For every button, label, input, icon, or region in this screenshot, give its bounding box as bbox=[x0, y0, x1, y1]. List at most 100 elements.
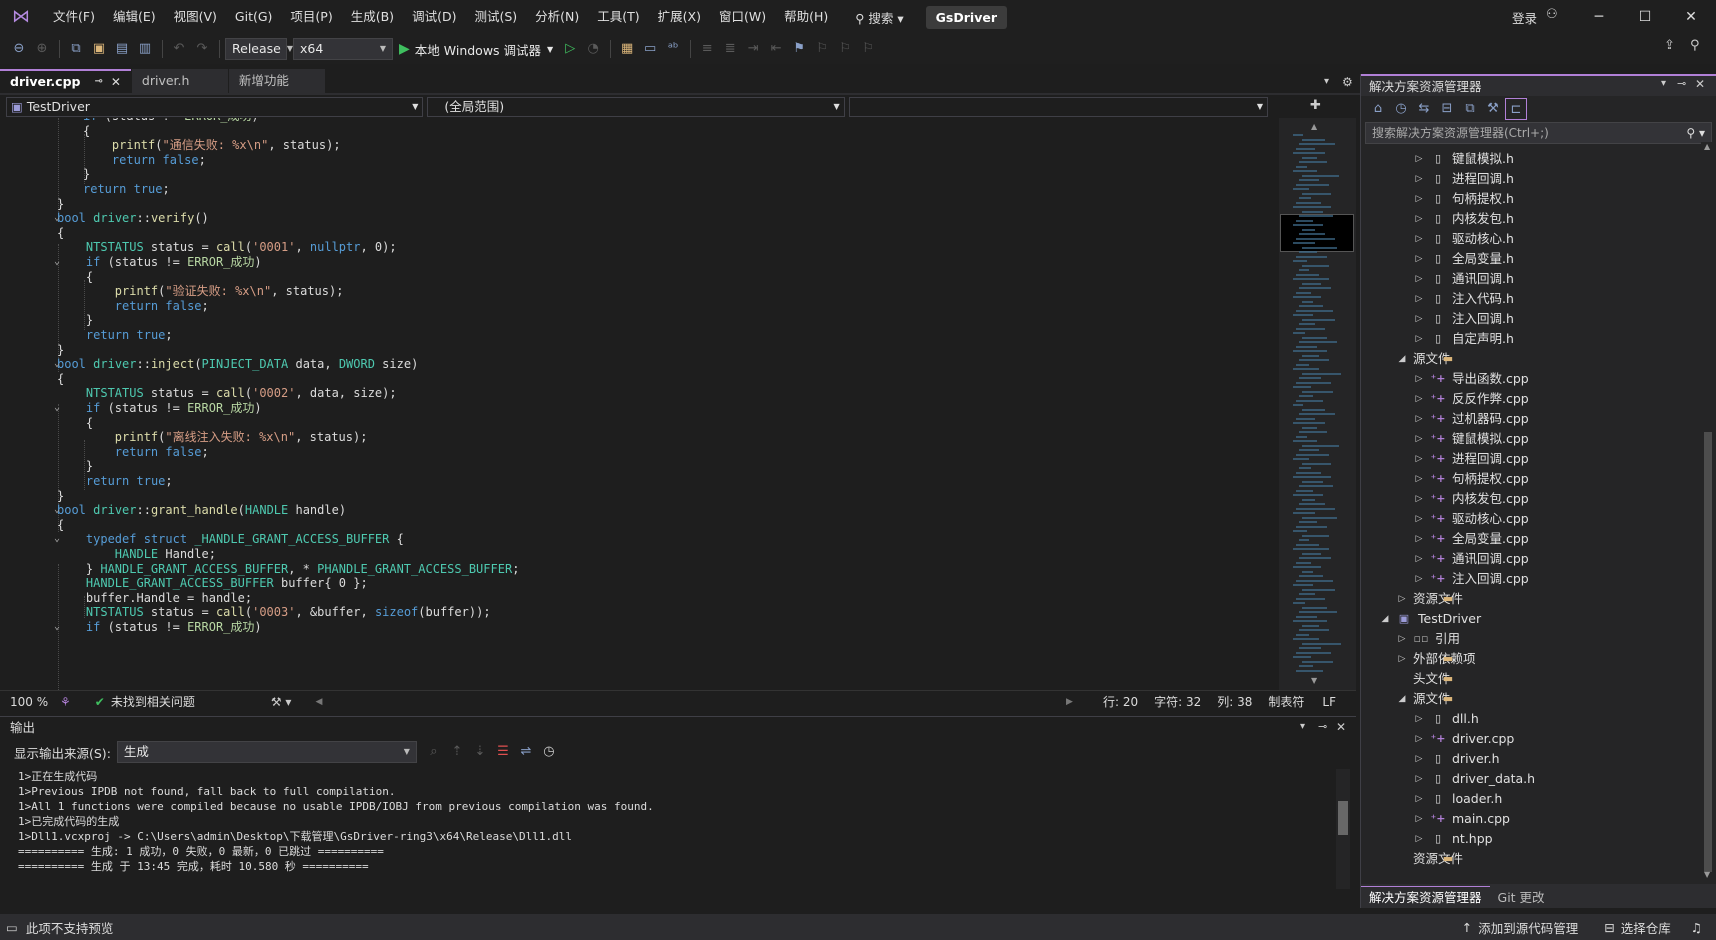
expand-toggle-icon[interactable]: ▷ bbox=[1412, 309, 1426, 329]
zoom-level[interactable]: 100 % bbox=[10, 695, 60, 709]
line-indicator[interactable]: 行: 20 bbox=[1103, 693, 1138, 710]
indent-icon[interactable]: ⇥ bbox=[742, 38, 764, 60]
switch-views-icon[interactable]: ⌂ bbox=[1367, 98, 1389, 120]
code-line[interactable]: } bbox=[57, 342, 64, 358]
editor-minimap-scrollbar[interactable]: ▲ ▼ bbox=[1279, 118, 1356, 690]
expand-toggle-icon[interactable]: ▷ bbox=[1412, 169, 1426, 189]
menu-item[interactable]: 调试(D) bbox=[403, 0, 465, 34]
back-icon[interactable]: ⊖ bbox=[8, 38, 30, 60]
expand-toggle-icon[interactable]: ▷ bbox=[1412, 229, 1426, 249]
undo-icon[interactable]: ↶ bbox=[168, 38, 190, 60]
expand-toggle-icon[interactable]: ▷ bbox=[1412, 809, 1426, 829]
new-project-icon[interactable]: ⧉ bbox=[65, 38, 87, 60]
expand-toggle-icon[interactable]: ▷ bbox=[1412, 429, 1426, 449]
code-line[interactable]: } bbox=[83, 166, 90, 182]
code-line[interactable]: printf("通信失败: %x\n", status); bbox=[83, 137, 341, 153]
tree-item[interactable]: ◢ ▬ 源文件 bbox=[1395, 689, 1454, 709]
tree-item[interactable]: ▬ 资源文件 bbox=[1395, 849, 1463, 869]
app-name-badge[interactable]: GsDriver bbox=[925, 5, 1007, 29]
clear-bookmarks-icon[interactable]: ⚐ bbox=[857, 38, 879, 60]
fold-toggle-icon[interactable]: ⌄ bbox=[51, 619, 63, 635]
sync-icon[interactable]: ⇆ bbox=[1413, 98, 1435, 120]
code-line[interactable]: printf("离线注入失败: %x\n", status); bbox=[57, 429, 368, 445]
expand-toggle-icon[interactable]: ▷ bbox=[1412, 149, 1426, 169]
code-line[interactable]: { bbox=[57, 371, 64, 387]
code-line[interactable]: NTSTATUS status = call('0001', nullptr, … bbox=[57, 239, 397, 255]
tab-driver-cpp[interactable]: driver.cpp ⊸ ✕ bbox=[0, 69, 131, 93]
expand-toggle-icon[interactable]: ▷ bbox=[1412, 549, 1426, 569]
output-close-icon[interactable]: ✕ bbox=[1336, 720, 1346, 734]
select-repository[interactable]: 选择仓库 bbox=[1621, 918, 1671, 937]
tree-item[interactable]: ▷ ▯ 自定声明.h bbox=[1412, 329, 1514, 349]
collapse-all-icon[interactable]: ⊟ bbox=[1436, 98, 1458, 120]
expand-toggle-icon[interactable]: ▷ bbox=[1412, 189, 1426, 209]
code-line[interactable]: return false; bbox=[83, 152, 206, 168]
redo-icon[interactable]: ↷ bbox=[191, 38, 213, 60]
issues-status[interactable]: 未找到相关问题 bbox=[111, 693, 271, 710]
tree-item[interactable]: ▷ ⁺+ 驱动核心.cpp bbox=[1412, 509, 1529, 529]
show-all-files-icon[interactable]: ⧉ bbox=[1459, 98, 1481, 120]
forward-icon[interactable]: ⊕ bbox=[31, 38, 53, 60]
expand-toggle-icon[interactable]: ▷ bbox=[1412, 569, 1426, 589]
next-message-icon[interactable]: ⇣ bbox=[469, 741, 491, 763]
word-wrap-icon[interactable]: ⇌ bbox=[515, 741, 537, 763]
code-editor[interactable]: if (status != ERROR_成功) { printf("通信失败: %… bbox=[6, 118, 1278, 690]
menu-item[interactable]: Git(G) bbox=[226, 0, 282, 34]
tab-driver-h[interactable]: driver.h bbox=[131, 69, 228, 93]
fold-toggle-icon[interactable]: ⌄ bbox=[51, 400, 63, 416]
tree-item[interactable]: ▷ ▯ 内核发包.h bbox=[1412, 209, 1514, 229]
menu-item[interactable]: 帮助(H) bbox=[775, 0, 837, 34]
live-share-icon[interactable]: ⇪ bbox=[1664, 38, 1675, 53]
tree-scroll-down-icon[interactable]: ▼ bbox=[1704, 870, 1710, 879]
tree-item[interactable]: ▷ ▯ dll.h bbox=[1412, 709, 1479, 729]
tree-scroll-thumb[interactable] bbox=[1704, 432, 1712, 872]
tree-item[interactable]: ▷ ▯ nt.hpp bbox=[1412, 829, 1493, 849]
preview-selected-icon[interactable]: ⊏ bbox=[1505, 98, 1527, 120]
expand-toggle-icon[interactable]: ▷ bbox=[1412, 389, 1426, 409]
menu-item[interactable]: 视图(V) bbox=[165, 0, 226, 34]
tree-item[interactable]: ▷ ⁺+ main.cpp bbox=[1412, 809, 1510, 829]
panel-close-icon[interactable]: ✕ bbox=[1695, 77, 1705, 91]
uncomment-icon[interactable]: ≣ bbox=[719, 38, 741, 60]
expand-toggle-icon[interactable]: ▷ bbox=[1412, 469, 1426, 489]
pending-changes-icon[interactable]: ◷ bbox=[1390, 98, 1412, 120]
output-scrollbar[interactable] bbox=[1336, 769, 1350, 889]
tree-item[interactable]: ▷ ▯ 注入代码.h bbox=[1412, 289, 1514, 309]
scroll-up-icon[interactable]: ▲ bbox=[1311, 122, 1317, 131]
code-line[interactable]: if (status != ERROR_成功) bbox=[57, 619, 262, 635]
repo-icon[interactable]: ⊟ bbox=[1604, 920, 1614, 935]
tree-item[interactable]: ◢ ▣ TestDriver bbox=[1378, 609, 1482, 629]
account-icon[interactable]: ⚇ bbox=[1546, 7, 1558, 22]
output-options-icon[interactable]: ▾ bbox=[1300, 721, 1305, 732]
search-button[interactable]: ⚲ 搜索 ▾ bbox=[847, 8, 911, 27]
notifications-icon[interactable]: ♫ bbox=[1691, 920, 1702, 935]
expand-toggle-icon[interactable]: ▷ bbox=[1395, 629, 1409, 649]
code-line[interactable]: if (status != ERROR_成功) bbox=[57, 254, 262, 270]
expand-toggle-icon[interactable]: ▷ bbox=[1412, 789, 1426, 809]
save-all-icon[interactable]: ▥ bbox=[134, 38, 156, 60]
tree-item[interactable]: ▷ ▬ 资源文件 bbox=[1395, 589, 1463, 609]
fold-toggle-icon[interactable]: ⌄ bbox=[51, 356, 63, 372]
bookmark-icon[interactable]: ⚑ bbox=[788, 38, 810, 60]
tree-item[interactable]: ▷ ▯ 全局变量.h bbox=[1412, 249, 1514, 269]
line-ending-indicator[interactable]: LF bbox=[1322, 695, 1336, 709]
tree-scroll-up-icon[interactable]: ▲ bbox=[1704, 142, 1710, 151]
code-line[interactable]: { bbox=[57, 517, 64, 533]
fold-toggle-icon[interactable]: ⌄ bbox=[51, 254, 63, 270]
tree-item[interactable]: ▷ ⁺+ driver.cpp bbox=[1412, 729, 1515, 749]
menu-item[interactable]: 项目(P) bbox=[281, 0, 341, 34]
tab-settings-icon[interactable]: ⚙ bbox=[1342, 75, 1353, 89]
output-source-select[interactable]: 生成 ▼ bbox=[116, 741, 417, 763]
expand-toggle-icon[interactable]: ◢ bbox=[1378, 609, 1392, 629]
next-bookmark-icon[interactable]: ⚐ bbox=[834, 38, 856, 60]
code-line[interactable]: if (status != ERROR_成功) bbox=[83, 118, 259, 124]
fold-toggle-icon[interactable]: ⌄ bbox=[51, 502, 63, 518]
expand-toggle-icon[interactable]: ▷ bbox=[1412, 269, 1426, 289]
tree-scrollbar[interactable]: ▲ ▼ bbox=[1701, 142, 1715, 882]
tree-item[interactable]: ▷ ▯ loader.h bbox=[1412, 789, 1503, 809]
expand-toggle-icon[interactable]: ▷ bbox=[1412, 829, 1426, 849]
platform-select[interactable]: x64 ▼ bbox=[293, 38, 393, 60]
menu-item[interactable]: 扩展(X) bbox=[649, 0, 710, 34]
tree-item[interactable]: ▷ ⁺+ 进程回调.cpp bbox=[1412, 449, 1529, 469]
properties-icon[interactable]: ⚒ bbox=[1482, 98, 1504, 120]
